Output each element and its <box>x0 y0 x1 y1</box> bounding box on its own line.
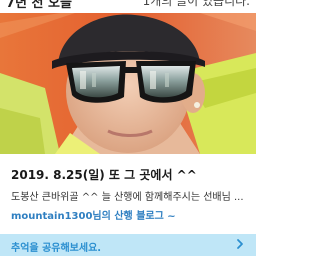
post-count: 1개의 글이 있습니다. <box>142 0 250 8</box>
blog-link[interactable]: mountain1300님의 산행 블로그 ~ <box>11 207 176 222</box>
chevron-right-icon <box>237 239 243 249</box>
header-title: 7년 전 오늘 <box>6 0 72 11</box>
photo-image <box>0 13 256 154</box>
share-memory-button[interactable]: 추억을 공유해보세요. <box>0 234 256 256</box>
post-title: 2019. 8.25(일) 또 그 곳에서 ^^ <box>11 168 197 182</box>
post-card[interactable]: 2019. 8.25(일) 또 그 곳에서 ^^ 도봉산 큰바위골 ^^ 늘 산… <box>0 154 256 234</box>
top-header: 7년 전 오늘 1개의 글이 있습니다. <box>0 0 256 13</box>
post-photo[interactable] <box>0 13 256 154</box>
share-label: 추억을 공유해보세요. <box>11 243 102 254</box>
post-description: 도봉산 큰바위골 ^^ 늘 산행에 함께해주시는 선배님 ... <box>11 192 244 203</box>
